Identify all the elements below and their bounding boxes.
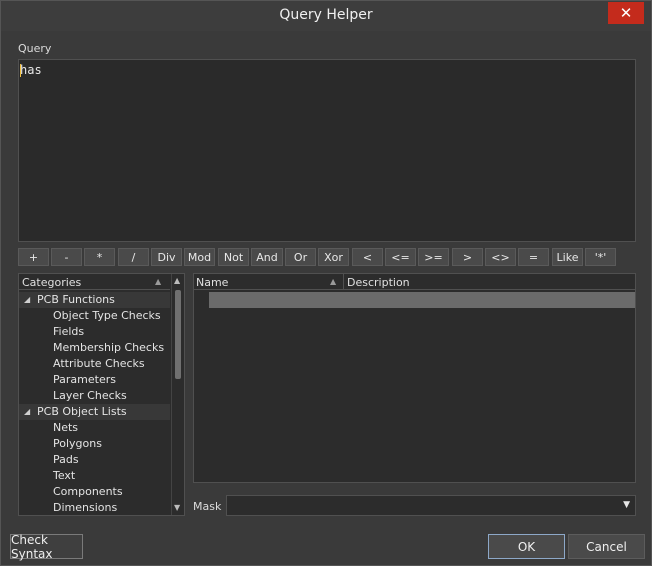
tree-item[interactable]: Layer Checks (19, 388, 170, 404)
tree-group-label: PCB Object Lists (37, 405, 127, 418)
tree-group-label: PCB Functions (37, 293, 115, 306)
categories-header-label: Categories (22, 276, 82, 289)
title-bar: Query Helper ✕ (1, 1, 651, 31)
sort-up-icon: ▲ (155, 277, 162, 286)
tree-item-label: Components (53, 485, 123, 498)
operator-button[interactable]: Xor (318, 248, 349, 266)
scroll-down-icon[interactable]: ▼ (174, 503, 180, 512)
tree-item-label: Attribute Checks (53, 357, 145, 370)
tree-group[interactable]: ◢ PCB Object Lists (19, 404, 170, 420)
operator-button[interactable]: - (51, 248, 82, 266)
tree-item[interactable]: Components (19, 484, 170, 500)
ok-button[interactable]: OK (488, 534, 565, 559)
tree-item[interactable]: Attribute Checks (19, 356, 170, 372)
column-header-name[interactable]: Name (196, 276, 228, 289)
tree-item-label: Membership Checks (53, 341, 165, 354)
cancel-button[interactable]: Cancel (568, 534, 645, 559)
check-syntax-button[interactable]: Check Syntax (10, 533, 83, 561)
query-editor[interactable]: has (18, 59, 636, 242)
operator-button[interactable]: Like (552, 248, 583, 266)
close-icon: ✕ (619, 4, 633, 22)
tree-item[interactable]: Text (19, 468, 170, 484)
tree-item[interactable]: Membership Checks (19, 340, 170, 356)
tree-item[interactable]: Fields (19, 324, 170, 340)
close-button[interactable]: ✕ (608, 2, 644, 24)
scrollbar-thumb[interactable] (175, 290, 181, 379)
expand-triangle-icon[interactable]: ◢ (24, 407, 30, 416)
expand-triangle-icon[interactable]: ◢ (24, 295, 30, 304)
operator-button[interactable]: Mod (184, 248, 215, 266)
scroll-up-icon[interactable]: ▲ (174, 276, 180, 285)
operator-button[interactable]: Or (285, 248, 316, 266)
sort-up-icon: ▲ (330, 277, 337, 286)
tree-item[interactable]: Pads (19, 452, 170, 468)
tree-item[interactable]: Nets (19, 420, 170, 436)
dropdown-arrow-icon[interactable]: ▼ (623, 500, 630, 510)
operator-button[interactable]: * (84, 248, 115, 266)
results-list: Name ▲ Description (193, 273, 636, 483)
query-helper-dialog: Query Helper ✕ Query has + - * / Div Mod Not An… (0, 0, 652, 566)
operator-button[interactable]: Div (151, 248, 182, 266)
operator-button[interactable]: / (118, 248, 149, 266)
tree-item[interactable]: Polygons (19, 436, 170, 452)
operator-button[interactable]: And (251, 248, 283, 266)
tree-group[interactable]: ◢ PCB Functions (19, 292, 170, 308)
operator-button[interactable]: >= (418, 248, 449, 266)
tree-item-label: Parameters (53, 373, 116, 386)
tree-item[interactable]: Object Type Checks (19, 308, 170, 324)
tree-item-label: Fields (53, 325, 85, 338)
operator-button[interactable]: + (18, 248, 49, 266)
operator-button[interactable]: <= (385, 248, 416, 266)
operator-button[interactable]: < (352, 248, 383, 266)
tree-item[interactable]: Dimensions (19, 500, 170, 515)
tree-item[interactable]: Parameters (19, 372, 170, 388)
tree-item-label: Dimensions (53, 501, 118, 514)
selected-result-row[interactable] (209, 292, 635, 308)
categories-panel: Categories ▲ ◢ PCB Functions Object Type C… (18, 273, 185, 516)
categories-scrollbar[interactable]: ▲ ▼ (171, 274, 184, 515)
tree-item-label: Polygons (53, 437, 102, 450)
operator-button[interactable]: = (518, 248, 549, 266)
tree-item-label: Object Type Checks (53, 309, 161, 322)
query-label: Query (18, 42, 52, 55)
tree-item-label: Text (53, 469, 76, 482)
query-text: has (20, 63, 42, 77)
column-header-description[interactable]: Description (347, 276, 410, 289)
mask-combobox[interactable]: ▼ (226, 495, 636, 516)
operator-button[interactable]: <> (485, 248, 516, 266)
tree-item-label: Layer Checks (53, 389, 127, 402)
tree-item-label: Nets (53, 421, 79, 434)
results-header: Name ▲ Description (194, 274, 635, 290)
column-divider[interactable] (343, 274, 344, 290)
operator-button[interactable]: '*' (585, 248, 616, 266)
tree-item-label: Pads (53, 453, 79, 466)
operator-button[interactable]: Not (218, 248, 249, 266)
operator-button[interactable]: > (452, 248, 483, 266)
categories-header[interactable]: Categories ▲ (19, 274, 170, 290)
text-caret (20, 64, 21, 77)
dialog-title: Query Helper (279, 7, 373, 23)
mask-label: Mask (193, 500, 222, 513)
